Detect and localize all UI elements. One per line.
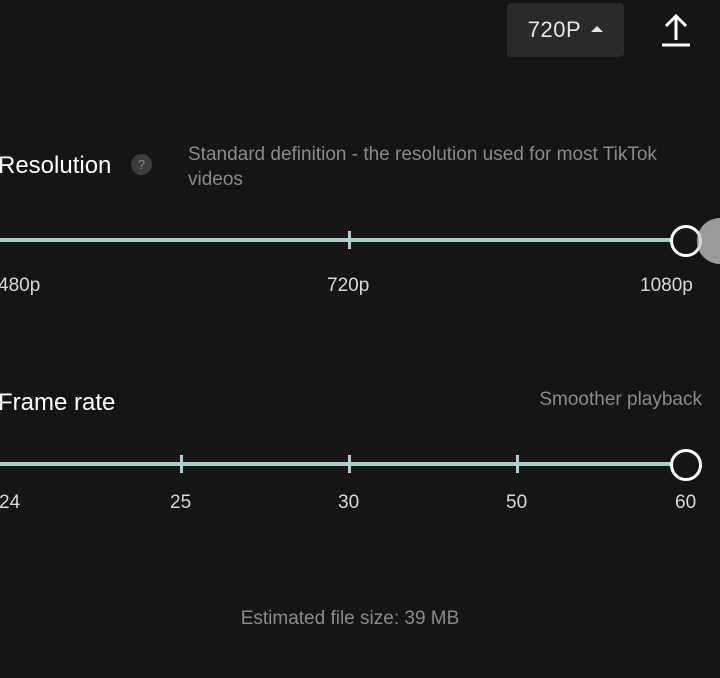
- resolution-option-480p[interactable]: 480p: [0, 275, 40, 297]
- resolution-dropdown-button[interactable]: 720P: [507, 3, 624, 57]
- frame-rate-slider-track: [0, 462, 686, 466]
- top-bar: 720P: [0, 0, 720, 70]
- resolution-option-1080p[interactable]: 1080p: [640, 275, 693, 297]
- resolution-dropdown-label: 720P: [527, 17, 582, 42]
- frame-rate-hint: Smoother playback: [539, 389, 702, 410]
- frame-rate-slider-tick: [516, 455, 519, 473]
- upload-icon: [662, 13, 690, 47]
- frame-rate-option-24[interactable]: 24: [0, 492, 20, 514]
- resolution-slider[interactable]: [0, 225, 720, 257]
- help-icon[interactable]: ?: [131, 154, 152, 175]
- frame-rate-option-50[interactable]: 50: [506, 492, 527, 514]
- resolution-description: Standard definition - the resolution use…: [188, 144, 657, 190]
- resolution-slider-thumb[interactable]: [670, 225, 702, 257]
- frame-rate-option-60[interactable]: 60: [675, 492, 696, 514]
- resolution-option-720p[interactable]: 720p: [327, 275, 369, 297]
- frame-rate-option-30[interactable]: 30: [338, 492, 359, 514]
- resolution-slider-tick: [348, 231, 351, 249]
- frame-rate-option-25[interactable]: 25: [170, 492, 191, 514]
- frame-rate-slider-tick: [348, 455, 351, 473]
- frame-rate-slider[interactable]: [0, 449, 720, 481]
- estimated-file-size: Estimated file size: 39 MB: [240, 608, 460, 629]
- frame-rate-title: Frame rate: [0, 389, 116, 416]
- resolution-slider-track: [0, 238, 686, 242]
- frame-rate-slider-tick: [180, 455, 183, 473]
- caret-up-icon: [591, 26, 604, 32]
- export-button[interactable]: [656, 10, 696, 50]
- resolution-title: Resolution: [0, 152, 112, 179]
- frame-rate-slider-thumb[interactable]: [670, 449, 702, 481]
